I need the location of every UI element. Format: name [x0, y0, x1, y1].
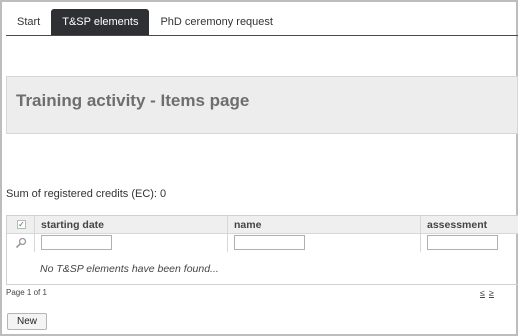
- filter-cell-starting-date: [35, 234, 228, 252]
- column-header-label: name: [234, 219, 262, 231]
- filter-cell-assessment: [421, 234, 518, 252]
- tab-phd-ceremony-request[interactable]: PhD ceremony request: [149, 9, 284, 35]
- page-title: Training activity - Items page: [16, 91, 250, 110]
- pager-status: Page 1 of 1: [6, 288, 47, 297]
- tab-tsp-elements[interactable]: T&SP elements: [51, 9, 150, 35]
- page-frame: Start T&SP elements PhD ceremony request…: [0, 0, 518, 336]
- new-button[interactable]: New: [7, 313, 47, 330]
- select-column-header: ✓: [7, 216, 35, 233]
- items-grid: ✓ starting date name assessment No T&SP …: [6, 215, 518, 285]
- column-header-starting-date[interactable]: starting date: [35, 216, 228, 233]
- select-all-checkbox[interactable]: ✓: [17, 220, 26, 229]
- filter-input-starting-date[interactable]: [41, 235, 112, 250]
- pager-prev-link[interactable]: ≤: [480, 288, 485, 298]
- column-header-label: assessment: [427, 219, 488, 231]
- grid-header-row: ✓ starting date name assessment: [7, 216, 518, 234]
- column-header-label: starting date: [41, 219, 105, 231]
- filter-cell-name: [228, 234, 421, 252]
- empty-message: No T&SP elements have been found...: [40, 263, 219, 275]
- filter-input-name[interactable]: [234, 235, 305, 250]
- column-header-assessment[interactable]: assessment: [421, 216, 518, 233]
- tab-start[interactable]: Start: [6, 9, 51, 35]
- credits-summary: Sum of registered credits (EC): 0: [6, 188, 167, 200]
- grid-empty-row: No T&SP elements have been found...: [7, 252, 518, 285]
- filter-icon-cell: [7, 234, 35, 252]
- page-title-box: Training activity - Items page: [6, 76, 518, 134]
- pager-nav: ≤ ≥: [480, 288, 498, 298]
- filter-input-assessment[interactable]: [427, 235, 498, 250]
- column-header-name[interactable]: name: [228, 216, 421, 233]
- magnifier-icon: [15, 237, 27, 249]
- tab-bar: Start T&SP elements PhD ceremony request: [6, 8, 518, 36]
- pager-next-link[interactable]: ≥: [489, 288, 494, 298]
- grid-filter-row: [7, 234, 518, 252]
